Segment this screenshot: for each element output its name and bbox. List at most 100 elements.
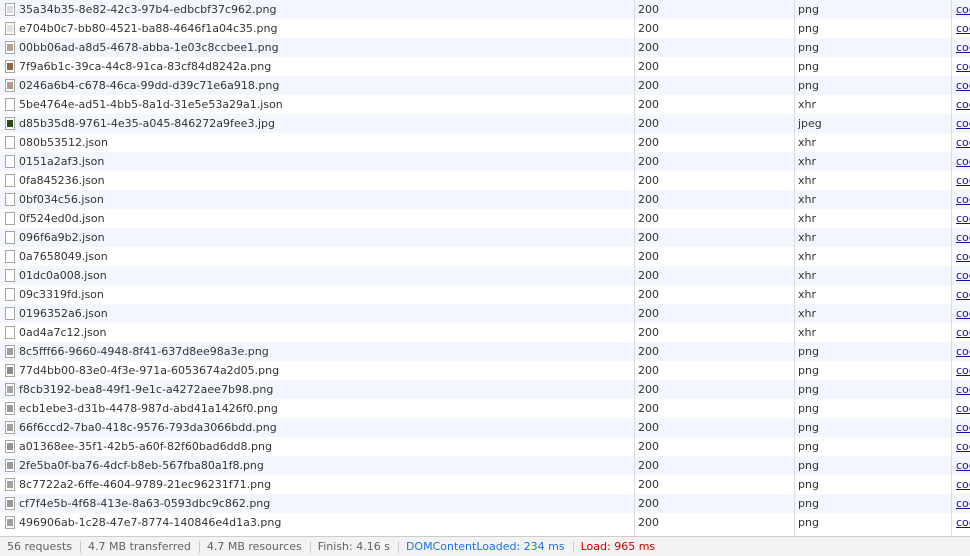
initiator-cell[interactable]: coc xyxy=(951,95,970,114)
request-row[interactable]: 0246a6b4-c678-46ca-99dd-d39c71e6a918.png… xyxy=(0,76,970,95)
column-divider[interactable] xyxy=(794,0,795,536)
name-cell[interactable]: 0bf034c56.json xyxy=(0,190,634,209)
name-cell[interactable]: 01dc0a008.json xyxy=(0,266,634,285)
initiator-link[interactable]: coc xyxy=(956,76,970,95)
initiator-cell[interactable]: coc xyxy=(951,494,970,513)
initiator-cell[interactable]: coc xyxy=(951,228,970,247)
name-cell[interactable]: 0196352a6.json xyxy=(0,304,634,323)
request-row[interactable]: 09c3319fd.json 200 xhr coc xyxy=(0,285,970,304)
name-cell[interactable]: 5be4764e-ad51-4bb5-8a1d-31e5e53a29a1.jso… xyxy=(0,95,634,114)
initiator-link[interactable]: coc xyxy=(956,323,970,342)
request-row[interactable]: 096f6a9b2.json 200 xhr coc xyxy=(0,228,970,247)
initiator-link[interactable]: coc xyxy=(956,266,970,285)
initiator-link[interactable]: coc xyxy=(956,38,970,57)
initiator-link[interactable]: coc xyxy=(956,228,970,247)
request-row[interactable]: a01368ee-35f1-42b5-a60f-82f60bad6dd8.png… xyxy=(0,437,970,456)
initiator-link[interactable]: coc xyxy=(956,456,970,475)
request-row[interactable]: 8c7722a2-6ffe-4604-9789-21ec96231f71.png… xyxy=(0,475,970,494)
request-row[interactable]: 77d4bb00-83e0-4f3e-971a-6053674a2d05.png… xyxy=(0,361,970,380)
initiator-cell[interactable]: coc xyxy=(951,475,970,494)
initiator-link[interactable]: coc xyxy=(956,399,970,418)
request-row[interactable]: 0fa845236.json 200 xhr coc xyxy=(0,171,970,190)
name-cell[interactable]: e704b0c7-bb80-4521-ba88-4646f1a04c35.png xyxy=(0,19,634,38)
name-cell[interactable]: 8c5fff66-9660-4948-8f41-637d8ee98a3e.png xyxy=(0,342,634,361)
initiator-cell[interactable]: coc xyxy=(951,456,970,475)
request-row[interactable]: 0a7658049.json 200 xhr coc xyxy=(0,247,970,266)
request-row[interactable]: 0196352a6.json 200 xhr coc xyxy=(0,304,970,323)
request-row[interactable]: 0ad4a7c12.json 200 xhr coc xyxy=(0,323,970,342)
column-divider[interactable] xyxy=(951,0,952,536)
initiator-link[interactable]: coc xyxy=(956,494,970,513)
name-cell[interactable]: 77d4bb00-83e0-4f3e-971a-6053674a2d05.png xyxy=(0,361,634,380)
name-cell[interactable]: 080b53512.json xyxy=(0,133,634,152)
name-cell[interactable]: cf7f4e5b-4f68-413e-8a63-0593dbc9c862.png xyxy=(0,494,634,513)
name-cell[interactable]: 0fa845236.json xyxy=(0,171,634,190)
initiator-link[interactable]: coc xyxy=(956,152,970,171)
request-row[interactable]: 0bf034c56.json 200 xhr coc xyxy=(0,190,970,209)
initiator-cell[interactable]: coc xyxy=(951,171,970,190)
initiator-cell[interactable]: coc xyxy=(951,209,970,228)
initiator-cell[interactable]: coc xyxy=(951,38,970,57)
initiator-link[interactable]: coc xyxy=(956,114,970,133)
request-row[interactable]: f8cb3192-bea8-49f1-9e1c-a4272aee7b98.png… xyxy=(0,380,970,399)
initiator-cell[interactable]: coc xyxy=(951,0,970,19)
initiator-link[interactable]: coc xyxy=(956,380,970,399)
name-cell[interactable]: 8c7722a2-6ffe-4604-9789-21ec96231f71.png xyxy=(0,475,634,494)
name-cell[interactable]: 2fe5ba0f-ba76-4dcf-b8eb-567fba80a1f8.png xyxy=(0,456,634,475)
initiator-cell[interactable]: coc xyxy=(951,19,970,38)
name-cell[interactable]: 09c3319fd.json xyxy=(0,285,634,304)
initiator-link[interactable]: coc xyxy=(956,342,970,361)
name-cell[interactable]: f8cb3192-bea8-49f1-9e1c-a4272aee7b98.png xyxy=(0,380,634,399)
initiator-cell[interactable]: coc xyxy=(951,399,970,418)
initiator-cell[interactable]: coc xyxy=(951,190,970,209)
request-row[interactable]: d85b35d8-9761-4e35-a045-846272a9fee3.jpg… xyxy=(0,114,970,133)
initiator-cell[interactable]: coc xyxy=(951,437,970,456)
initiator-link[interactable]: coc xyxy=(956,95,970,114)
initiator-cell[interactable]: coc xyxy=(951,361,970,380)
request-row[interactable]: 5be4764e-ad51-4bb5-8a1d-31e5e53a29a1.jso… xyxy=(0,95,970,114)
initiator-cell[interactable]: coc xyxy=(951,380,970,399)
name-cell[interactable]: 096f6a9b2.json xyxy=(0,228,634,247)
initiator-cell[interactable]: coc xyxy=(951,418,970,437)
initiator-link[interactable]: coc xyxy=(956,133,970,152)
name-cell[interactable]: a01368ee-35f1-42b5-a60f-82f60bad6dd8.png xyxy=(0,437,634,456)
request-row[interactable]: 496906ab-1c28-47e7-8774-140846e4d1a3.png… xyxy=(0,513,970,532)
initiator-cell[interactable]: coc xyxy=(951,323,970,342)
name-cell[interactable]: 0f524ed0d.json xyxy=(0,209,634,228)
initiator-link[interactable]: coc xyxy=(956,57,970,76)
initiator-link[interactable]: coc xyxy=(956,285,970,304)
name-cell[interactable]: 0246a6b4-c678-46ca-99dd-d39c71e6a918.png xyxy=(0,76,634,95)
initiator-cell[interactable]: coc xyxy=(951,304,970,323)
name-cell[interactable]: 0ad4a7c12.json xyxy=(0,323,634,342)
initiator-link[interactable]: coc xyxy=(956,209,970,228)
request-row[interactable]: 7f9a6b1c-39ca-44c8-91ca-83cf84d8242a.png… xyxy=(0,57,970,76)
name-cell[interactable]: 0151a2af3.json xyxy=(0,152,634,171)
request-row[interactable]: 66f6ccd2-7ba0-418c-9576-793da3066bdd.png… xyxy=(0,418,970,437)
initiator-cell[interactable]: coc xyxy=(951,133,970,152)
initiator-link[interactable]: coc xyxy=(956,190,970,209)
request-row[interactable]: 0151a2af3.json 200 xhr coc xyxy=(0,152,970,171)
request-row[interactable]: cf7f4e5b-4f68-413e-8a63-0593dbc9c862.png… xyxy=(0,494,970,513)
request-row[interactable]: e704b0c7-bb80-4521-ba88-4646f1a04c35.png… xyxy=(0,19,970,38)
request-row[interactable]: 2fe5ba0f-ba76-4dcf-b8eb-567fba80a1f8.png… xyxy=(0,456,970,475)
initiator-link[interactable]: coc xyxy=(956,361,970,380)
name-cell[interactable]: 496906ab-1c28-47e7-8774-140846e4d1a3.png xyxy=(0,513,634,532)
initiator-cell[interactable]: coc xyxy=(951,285,970,304)
initiator-cell[interactable]: coc xyxy=(951,76,970,95)
name-cell[interactable]: d85b35d8-9761-4e35-a045-846272a9fee3.jpg xyxy=(0,114,634,133)
name-cell[interactable]: 00bb06ad-a8d5-4678-abba-1e03c8ccbee1.png xyxy=(0,38,634,57)
request-row[interactable]: 00bb06ad-a8d5-4678-abba-1e03c8ccbee1.png… xyxy=(0,38,970,57)
initiator-link[interactable]: coc xyxy=(956,437,970,456)
name-cell[interactable]: 0a7658049.json xyxy=(0,247,634,266)
initiator-cell[interactable]: coc xyxy=(951,114,970,133)
initiator-cell[interactable]: coc xyxy=(951,513,970,532)
initiator-cell[interactable]: coc xyxy=(951,152,970,171)
initiator-link[interactable]: coc xyxy=(956,0,970,19)
request-row[interactable]: 01dc0a008.json 200 xhr coc xyxy=(0,266,970,285)
initiator-cell[interactable]: coc xyxy=(951,247,970,266)
request-row[interactable]: ecb1ebe3-d31b-4478-987d-abd41a1426f0.png… xyxy=(0,399,970,418)
name-cell[interactable]: 35a34b35-8e82-42c3-97b4-edbcbf37c962.png xyxy=(0,0,634,19)
name-cell[interactable]: 7f9a6b1c-39ca-44c8-91ca-83cf84d8242a.png xyxy=(0,57,634,76)
request-row[interactable]: 080b53512.json 200 xhr coc xyxy=(0,133,970,152)
request-row[interactable]: 8c5fff66-9660-4948-8f41-637d8ee98a3e.png… xyxy=(0,342,970,361)
